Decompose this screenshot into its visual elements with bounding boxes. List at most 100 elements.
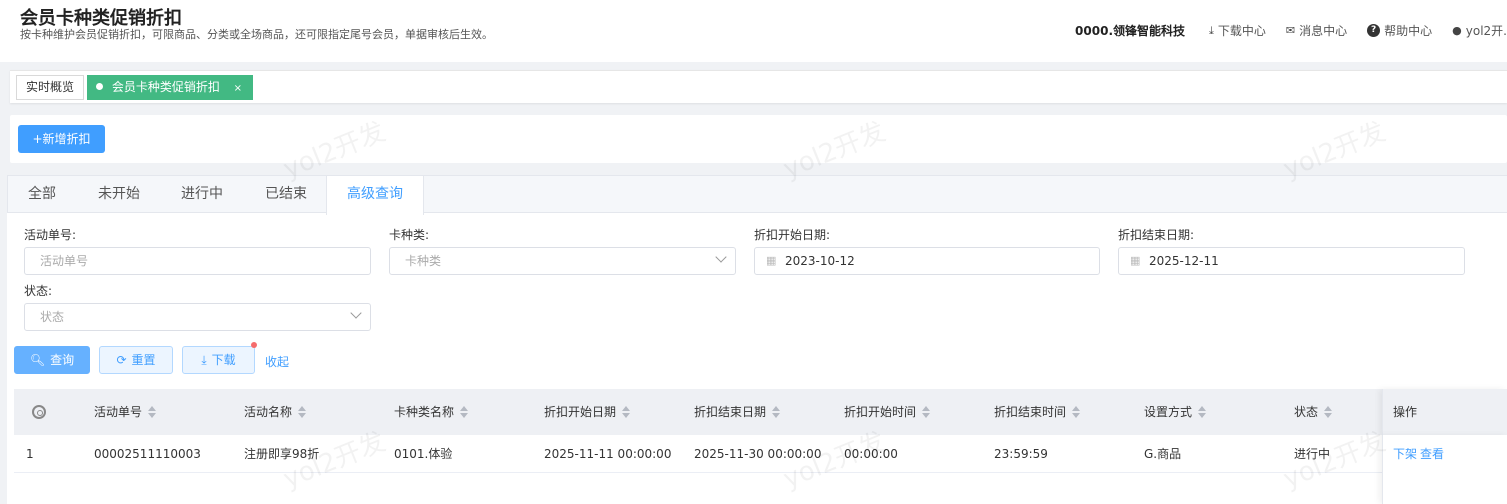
download-center-label: 下载中心: [1217, 24, 1266, 38]
status-select[interactable]: 状态: [24, 303, 371, 331]
cell-end-date: 2025-11-30 00:00:00: [694, 447, 822, 461]
col-end-time[interactable]: 折扣结束时间: [994, 389, 1081, 435]
close-icon[interactable]: ×: [234, 83, 242, 94]
message-center-link[interactable]: ✉ 消息中心: [1286, 22, 1347, 39]
col-name[interactable]: 活动名称: [244, 389, 307, 435]
tab-ended[interactable]: 已结束: [245, 176, 327, 213]
page-header: 会员卡种类促销折扣 按卡种维护会员促销折扣，可限商品、分类或全场商品，还可限指定…: [0, 0, 1507, 62]
gear-icon[interactable]: [32, 405, 46, 419]
sort-icon[interactable]: [1324, 405, 1333, 418]
help-center-label: 帮助中心: [1384, 24, 1433, 38]
download-icon: ⤓: [1209, 23, 1214, 37]
col-label: 折扣结束日期: [694, 405, 767, 419]
table-header: 活动单号 活动名称 卡种类名称 折扣开始日期 折扣结束日期 折扣开始时间 折扣结…: [14, 389, 1507, 435]
reset-label: 重置: [131, 353, 156, 367]
cell-start-date: 2025-11-11 00:00:00: [544, 447, 672, 461]
col-end-date[interactable]: 折扣结束日期: [694, 389, 781, 435]
cell-start-time: 00:00:00: [844, 447, 898, 461]
left-gutter: [0, 160, 7, 504]
tab-all[interactable]: 全部: [8, 176, 76, 213]
offline-link[interactable]: 下架: [1393, 435, 1417, 473]
sort-icon[interactable]: [148, 405, 157, 418]
search-icon: 🔍︎: [29, 353, 46, 367]
download-label: 下载: [211, 353, 236, 367]
operations-cell: 下架 查看: [1382, 435, 1507, 504]
tab-label: 会员卡种类促销折扣: [111, 80, 220, 94]
sort-icon[interactable]: [622, 405, 631, 418]
tab-member-card-discount[interactable]: 会员卡种类促销折扣 ×: [87, 75, 254, 100]
order-no-placeholder: 活动单号: [40, 254, 89, 268]
col-card-type[interactable]: 卡种类名称: [394, 389, 469, 435]
add-discount-button[interactable]: +新增折扣: [18, 125, 105, 153]
sort-icon[interactable]: [1198, 405, 1207, 418]
download-center-link[interactable]: ⤓ 下载中心: [1209, 22, 1266, 39]
help-center-link[interactable]: ? 帮助中心: [1367, 22, 1432, 39]
tab-not-started[interactable]: 未开始: [78, 176, 160, 213]
calendar-icon: ▦: [1130, 254, 1141, 267]
start-date-value: 2023-10-12: [785, 254, 855, 268]
refresh-icon: ⟳: [116, 353, 127, 367]
end-date-value: 2025-12-11: [1149, 254, 1219, 268]
col-operations: 操作: [1382, 389, 1507, 435]
col-label: 折扣开始日期: [544, 405, 617, 419]
col-label: 操作: [1393, 405, 1418, 419]
card-type-select[interactable]: 卡种类: [389, 247, 736, 275]
tab-realtime-overview[interactable]: 实时概览: [16, 75, 85, 100]
help-icon: ?: [1367, 24, 1381, 37]
view-link[interactable]: 查看: [1420, 435, 1444, 473]
chevron-down-icon: [350, 307, 362, 319]
user-menu[interactable]: ● yol2开.: [1452, 22, 1507, 39]
main-panel: 全部 未开始 进行中 已结束 高级查询 活动单号: 活动单号 卡种类: 卡种类 …: [7, 175, 1507, 504]
card-type-label: 卡种类:: [389, 228, 430, 242]
filter-tabs: 全部 未开始 进行中 已结束 高级查询: [7, 175, 1507, 215]
sort-icon[interactable]: [298, 405, 307, 418]
col-start-date[interactable]: 折扣开始日期: [544, 389, 631, 435]
header-toolbar: 0000.领锋智能科技 ⤓ 下载中心 ✉ 消息中心 ? 帮助中心 ● yol2开…: [1075, 22, 1507, 39]
col-label: 状态: [1294, 405, 1319, 419]
cell-mode: G.商品: [1144, 447, 1182, 461]
cell-order-no: 00002511110003: [94, 447, 201, 461]
status-placeholder: 状态: [40, 310, 65, 324]
col-label: 活动单号: [94, 405, 143, 419]
col-label: 活动名称: [244, 405, 293, 419]
status-label: 状态:: [24, 284, 53, 298]
start-date-picker[interactable]: ▦ 2023-10-12: [754, 247, 1100, 275]
sort-icon[interactable]: [922, 405, 931, 418]
download-button[interactable]: ⤓ 下载: [182, 346, 255, 374]
sort-icon[interactable]: [772, 405, 781, 418]
message-center-label: 消息中心: [1299, 24, 1348, 38]
col-label: 卡种类名称: [394, 405, 455, 419]
download-icon: ⤓: [201, 353, 207, 367]
company-name: 0000.领锋智能科技: [1075, 24, 1186, 38]
calendar-icon: ▦: [766, 254, 777, 267]
col-start-time[interactable]: 折扣开始时间: [844, 389, 931, 435]
order-no-label: 活动单号:: [24, 228, 77, 242]
collapse-link[interactable]: 收起: [265, 353, 289, 370]
order-no-input[interactable]: 活动单号: [24, 247, 371, 275]
search-button[interactable]: 🔍︎ 查询: [14, 346, 90, 374]
end-date-picker[interactable]: ▦ 2025-12-11: [1118, 247, 1465, 275]
mail-icon: ✉: [1285, 24, 1296, 37]
tab-in-progress[interactable]: 进行中: [161, 176, 243, 213]
action-panel: +新增折扣: [10, 115, 1507, 163]
tab-label: 实时概览: [26, 80, 75, 94]
cell-status: 进行中: [1294, 447, 1331, 461]
cell-card-type: 0101.体验: [394, 447, 453, 461]
col-order-no[interactable]: 活动单号: [94, 389, 157, 435]
user-name: yol2开.: [1465, 24, 1507, 38]
col-mode[interactable]: 设置方式: [1144, 389, 1207, 435]
tab-advanced-search[interactable]: 高级查询: [326, 176, 424, 215]
chevron-down-icon: [715, 251, 727, 263]
sort-icon[interactable]: [1072, 405, 1081, 418]
col-status[interactable]: 状态: [1294, 389, 1333, 435]
cell-name: 注册即享98折: [244, 447, 320, 461]
reset-button[interactable]: ⟳ 重置: [99, 346, 173, 374]
page-description: 按卡种维护会员促销折扣，可限商品、分类或全场商品，还可限指定尾号会员，单据审核后…: [20, 28, 493, 41]
search-label: 查询: [50, 353, 75, 367]
col-label: 设置方式: [1144, 405, 1193, 419]
table-row[interactable]: 1 00002511110003 注册即享98折 0101.体验 2025-11…: [14, 435, 1507, 473]
end-date-label: 折扣结束日期:: [1118, 228, 1195, 242]
cell-end-time: 23:59:59: [994, 447, 1048, 461]
sort-icon[interactable]: [460, 405, 469, 418]
start-date-label: 折扣开始日期:: [754, 228, 831, 242]
